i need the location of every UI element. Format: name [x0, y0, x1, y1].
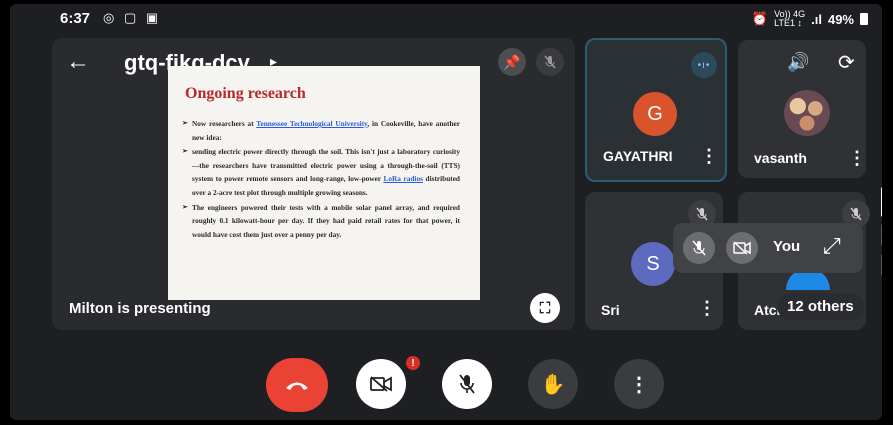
more-options-icon[interactable]: ⋮: [848, 148, 866, 169]
status-right: ⏰ Vo)) 4G LTE1 ↕ .ıl 49%: [752, 10, 868, 28]
presentation-tile[interactable]: ← gtq-fjkq-dcv ▸ 📌 Ongoing research Now …: [52, 38, 575, 330]
shared-slide: Ongoing research Now researchers at Tenn…: [168, 66, 480, 300]
participant-name: Sri: [601, 302, 620, 318]
slide-bullet: Now researchers at Tennessee Technologic…: [182, 117, 460, 144]
mic-off-button[interactable]: [683, 232, 715, 264]
notification-icons: ◎ ▢ ▣: [103, 10, 162, 25]
end-call-button[interactable]: [266, 358, 328, 412]
scrollbar-track[interactable]: [881, 224, 882, 246]
muted-mic-icon: [536, 48, 564, 76]
network-indicator: Vo)) 4G LTE1 ↕: [774, 9, 806, 28]
raise-hand-button[interactable]: ✋: [528, 359, 578, 409]
scrollbar-thumb[interactable]: [881, 187, 882, 217]
camera-toggle-button[interactable]: [356, 359, 406, 409]
more-options-button[interactable]: ⋮: [614, 359, 664, 409]
participant-name: GAYATHRI: [603, 148, 673, 164]
more-options-icon[interactable]: ⋮: [698, 298, 716, 319]
fullscreen-icon[interactable]: ⛶: [530, 293, 560, 323]
self-view-controls: You ⤢: [673, 223, 863, 273]
mic-toggle-button[interactable]: [442, 359, 492, 409]
slide-link: Tennessee Technological University: [256, 119, 368, 128]
self-view-label: You: [773, 238, 801, 255]
camera-off-button[interactable]: [726, 232, 758, 264]
avatar: [784, 90, 830, 136]
more-options-icon[interactable]: ⋮: [700, 146, 718, 167]
slide-bullet: The engineers powered their tests with a…: [182, 201, 460, 242]
speaker-icon[interactable]: 🔊: [787, 52, 809, 73]
pin-icon[interactable]: 📌: [498, 48, 526, 76]
participant-tile-vasanth[interactable]: 🔊 ⟳ vasanth ⋮: [738, 40, 866, 178]
others-button[interactable]: 12 others: [777, 293, 864, 320]
meet-screen: 6:37 ◎ ▢ ▣ ⏰ Vo)) 4G LTE1 ↕ .ıl 49% ← gt…: [10, 4, 882, 420]
slide-bullet: sending electric power directly through …: [182, 145, 460, 199]
slide-body: Now researchers at Tennessee Technologic…: [182, 117, 460, 242]
status-time: 6:37: [60, 10, 91, 27]
participant-tile-gayathri[interactable]: •ı• G GAYATHRI ⋮: [585, 38, 727, 182]
presenting-label: Milton is presenting: [69, 300, 211, 317]
slide-title: Ongoing research: [185, 85, 306, 102]
switch-camera-icon[interactable]: ⟳: [838, 50, 855, 75]
camera-alert-badge: !: [406, 356, 420, 370]
battery-icon: [860, 13, 868, 25]
slide-link: LoRa radios: [383, 174, 423, 184]
avatar: G: [633, 92, 677, 136]
signal-icon: .ıl: [811, 11, 822, 27]
alarm-icon: ⏰: [751, 11, 769, 26]
back-arrow-icon[interactable]: ←: [66, 48, 90, 76]
participant-name: vasanth: [754, 150, 807, 166]
scrollbar-track[interactable]: [881, 254, 882, 276]
status-bar: 6:37 ◎ ▢ ▣ ⏰ Vo)) 4G LTE1 ↕ .ıl 49%: [10, 4, 882, 34]
expand-arrows-icon[interactable]: ⤢: [823, 233, 841, 259]
speaking-indicator-icon: •ı•: [691, 52, 717, 78]
battery-text: 49%: [827, 11, 854, 27]
avatar: S: [631, 242, 675, 286]
